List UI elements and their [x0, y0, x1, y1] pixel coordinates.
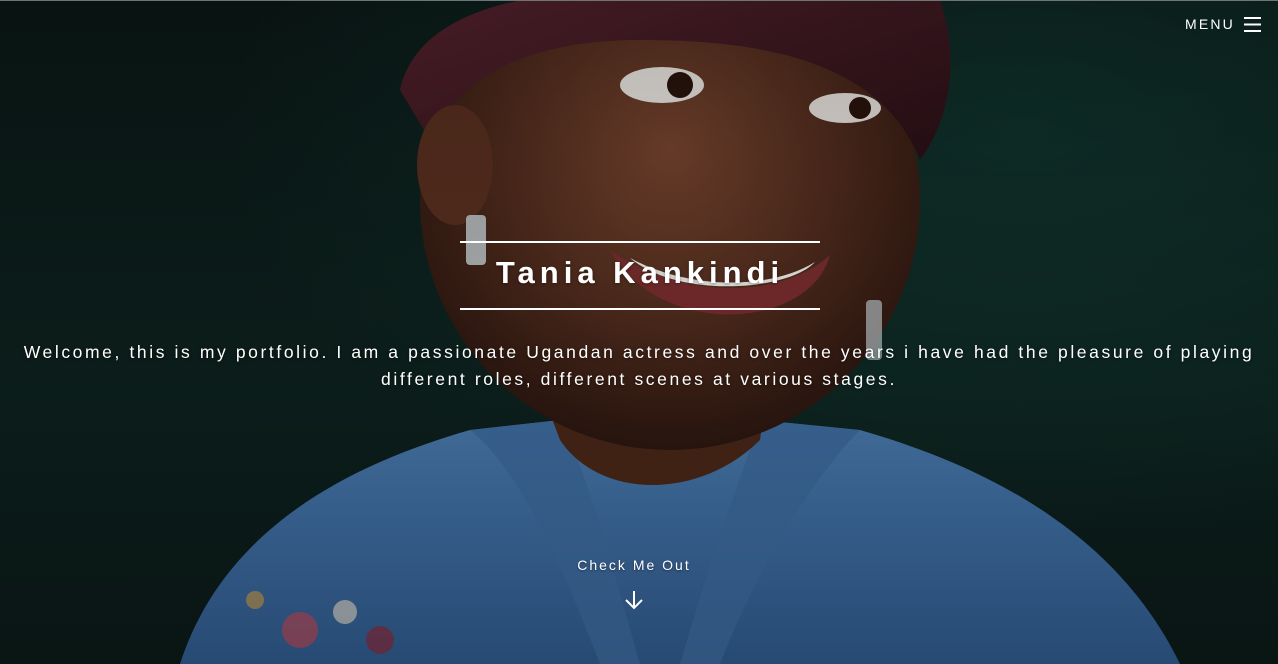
title-top-rule	[460, 241, 820, 243]
arrow-down-icon[interactable]	[623, 589, 645, 611]
cta-label: Check Me Out	[577, 557, 691, 573]
title-bottom-rule	[460, 308, 820, 310]
hamburger-icon	[1244, 16, 1261, 32]
check-me-out-button[interactable]: Check Me Out	[534, 557, 734, 611]
intro-text: Welcome, this is my portfolio. I am a pa…	[23, 342, 1255, 389]
menu-label: MENU	[1184, 16, 1235, 32]
top-border-divider	[0, 0, 1278, 1]
title-block: Tania Kankindi	[460, 241, 820, 311]
page-title: Tania Kankindi	[495, 255, 785, 290]
hero-section: MENU Tania Kankindi Welcome, this is my …	[0, 0, 1278, 664]
menu-button[interactable]: MENU	[1185, 16, 1261, 32]
